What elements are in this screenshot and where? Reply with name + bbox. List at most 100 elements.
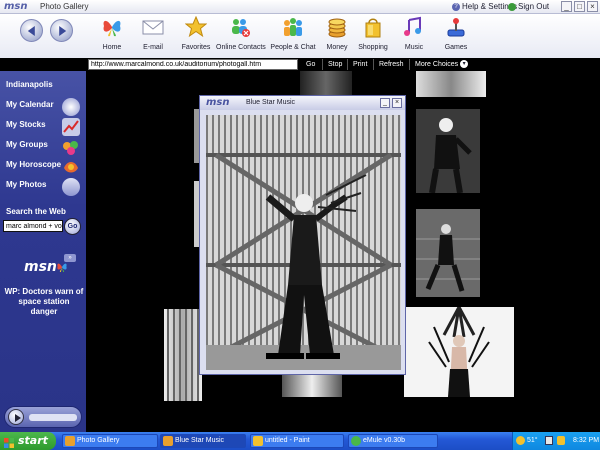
butterfly-icon xyxy=(101,16,123,38)
toolbar-shopping[interactable]: Shopping xyxy=(358,16,388,56)
toolbar-online-contacts[interactable]: Online Contacts xyxy=(216,16,266,56)
sidebar: Indianapolis My Calendar My Stocks My Gr… xyxy=(0,58,86,432)
gallery-photo[interactable] xyxy=(282,375,342,397)
toolbar-home[interactable]: Home xyxy=(98,16,126,56)
taskbar-item-paint[interactable]: untitled - Paint xyxy=(250,434,344,448)
popup-minimize-button[interactable]: _ xyxy=(380,98,390,108)
address-input[interactable] xyxy=(88,59,298,70)
coins-icon xyxy=(326,16,348,38)
volume-icon[interactable] xyxy=(557,436,565,445)
toolbar-email[interactable]: E-mail xyxy=(138,16,168,56)
paint-app-icon xyxy=(253,436,263,446)
news-headline-link[interactable]: WP: Doctors warn of space station danger xyxy=(4,287,84,317)
gallery-photo[interactable] xyxy=(416,71,486,97)
forward-button[interactable] xyxy=(50,19,73,42)
gallery-photo[interactable] xyxy=(416,209,480,297)
sidebar-city: Indianapolis xyxy=(6,80,53,89)
back-button[interactable] xyxy=(20,19,43,42)
toolbar-money[interactable]: Money xyxy=(324,16,350,56)
taskbar-item-blue-star-music[interactable]: Blue Star Music xyxy=(160,434,246,448)
refresh-button[interactable]: Refresh xyxy=(373,59,404,70)
address-bar: Go Stop Print Refresh More Choices ▾ xyxy=(0,58,600,71)
toolbar-favorites-label: Favorites xyxy=(181,44,211,51)
toolbar-home-label: Home xyxy=(102,44,122,51)
sidebar-item-horoscope[interactable]: My Horoscope xyxy=(6,160,82,178)
start-label: start xyxy=(18,434,48,447)
msn-logo: msn xyxy=(24,259,57,275)
taskbar-item-label: Blue Star Music xyxy=(175,437,225,444)
sidebar-item-stocks[interactable]: My Stocks xyxy=(6,118,82,138)
toolbar-shopping-label: Shopping xyxy=(358,44,388,51)
taskbar-item-label: eMule v0.30b xyxy=(363,437,406,444)
contacts-icon xyxy=(229,16,251,38)
popup-title: Blue Star Music xyxy=(246,99,296,106)
stop-button[interactable]: Stop xyxy=(322,59,342,70)
maximize-button[interactable]: □ xyxy=(574,1,585,12)
close-button[interactable]: × xyxy=(587,1,598,12)
help-icon: ? xyxy=(452,2,460,11)
media-player xyxy=(4,406,82,428)
chevron-down-icon: ▾ xyxy=(460,60,469,69)
weather-icon xyxy=(516,436,525,445)
system-tray: 51° 8:32 PM xyxy=(512,432,600,450)
print-button[interactable]: Print xyxy=(347,59,367,70)
forward-arrow-icon xyxy=(58,25,66,36)
toolbar-music[interactable]: Music xyxy=(401,16,427,56)
window-titlebar: msn Photo Gallery ? Help & Settings Sign… xyxy=(0,0,600,14)
stocks-icon xyxy=(62,118,80,136)
msn-logo: msn xyxy=(4,1,28,12)
msn-app-icon xyxy=(163,436,173,446)
toolbar-music-label: Music xyxy=(404,44,424,51)
taskbar-item-label: Photo Gallery xyxy=(77,437,120,444)
toolbar-email-label: E-mail xyxy=(143,44,163,51)
toolbar-favorites[interactable]: Favorites xyxy=(180,15,212,56)
sidebar-item-calendar[interactable]: My Calendar xyxy=(6,98,82,118)
search-label: Search the Web xyxy=(6,207,66,216)
windows-logo-icon xyxy=(4,436,14,448)
popup-msn-logo: msn xyxy=(206,97,230,108)
joystick-icon xyxy=(445,16,467,38)
toolbar-people-chat-label: People & Chat xyxy=(270,44,316,51)
tray-clock: 8:32 PM xyxy=(573,437,600,444)
toolbar-online-contacts-label: Online Contacts xyxy=(216,44,266,51)
sidebar-item-label: My Calendar xyxy=(6,100,54,109)
go-button[interactable]: Go xyxy=(306,59,315,70)
popup-close-button[interactable]: × xyxy=(392,98,402,108)
back-arrow-icon xyxy=(27,25,35,36)
network-icon[interactable] xyxy=(545,436,553,445)
taskbar-item-label: untitled - Paint xyxy=(265,437,310,444)
play-button[interactable] xyxy=(8,409,24,425)
sign-out-label: Sign Out xyxy=(518,2,550,11)
toolbar-games[interactable]: Games xyxy=(442,16,470,56)
people-icon xyxy=(282,16,304,38)
popup-photo xyxy=(206,115,401,370)
envelope-icon xyxy=(142,16,164,38)
sign-out-icon xyxy=(508,2,516,11)
minimize-button[interactable]: _ xyxy=(561,1,572,12)
butterfly-icon xyxy=(56,261,68,275)
gallery-photo[interactable] xyxy=(404,307,514,397)
gallery-photo[interactable] xyxy=(164,309,202,401)
sidebar-item-photos[interactable]: My Photos xyxy=(6,178,82,198)
taskbar-item-emule[interactable]: eMule v0.30b xyxy=(348,434,438,448)
photo-popup-window: msn Blue Star Music _ × xyxy=(199,95,406,375)
toolbar-people-chat[interactable]: People & Chat xyxy=(270,16,316,56)
popup-titlebar: msn Blue Star Music _ × xyxy=(200,96,405,110)
search-go-button[interactable]: Go xyxy=(64,218,81,235)
sign-out-link[interactable]: Sign Out xyxy=(508,2,549,11)
gallery-photo[interactable] xyxy=(416,109,480,193)
window-title: Photo Gallery xyxy=(40,2,89,11)
start-button[interactable]: start xyxy=(0,432,56,450)
more-choices-button[interactable]: More Choices ▾ xyxy=(409,59,469,70)
toolbar-games-label: Games xyxy=(444,44,468,51)
taskbar-item-photo-gallery[interactable]: Photo Gallery xyxy=(62,434,158,448)
emule-app-icon xyxy=(351,436,361,446)
gallery-photo[interactable] xyxy=(300,71,352,97)
search-input[interactable] xyxy=(3,220,63,232)
more-choices-label: More Choices xyxy=(415,61,459,68)
sidebar-item-label: My Horoscope xyxy=(6,160,62,169)
camera-icon xyxy=(62,178,80,196)
toolbar: Home E-mail Favorites Online Contacts Pe… xyxy=(0,14,600,58)
player-volume-bar[interactable] xyxy=(29,414,77,421)
sidebar-item-groups[interactable]: My Groups xyxy=(6,140,82,158)
